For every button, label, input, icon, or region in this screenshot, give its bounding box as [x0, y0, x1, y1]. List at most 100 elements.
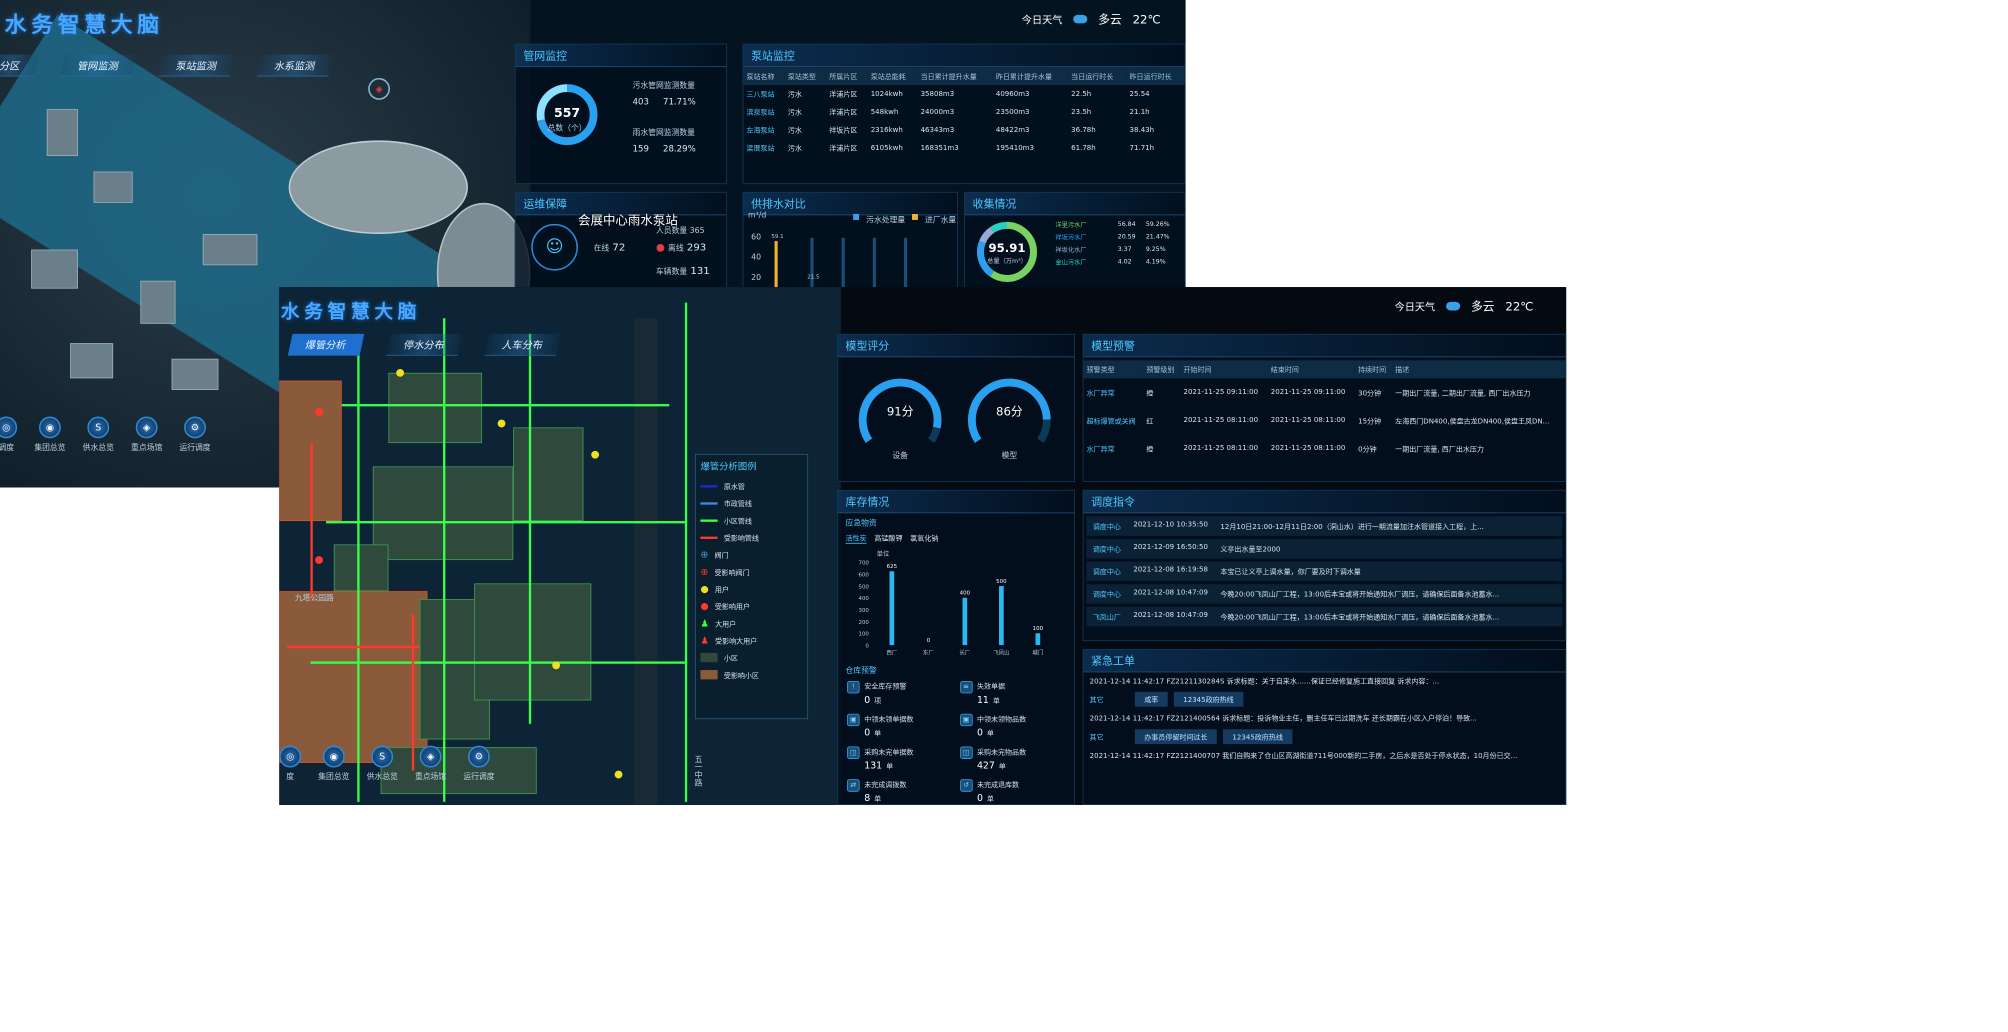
tab-sodium[interactable]: 氯氧化钠 — [910, 533, 938, 544]
col-header: 持续时间 — [1354, 360, 1393, 379]
panel-title: 泵站监控 — [743, 44, 1185, 68]
warning-table: 预警类型 预警级别 开始时间 结束时间 持续时间 描述 水厂异常橙 2021-11… — [1083, 360, 1566, 462]
user-icon[interactable] — [591, 450, 600, 459]
weather: 今日天气 多云 22℃ — [1395, 298, 1534, 314]
collection-panel: 收集情况 95.91 总量（万m³） 洋里污水厂 56.84 59.26% 祥坂污水… — [964, 191, 1186, 294]
bar-label: 59.1 — [771, 233, 784, 240]
nav-dispatch[interactable]: ◎ 度 — [279, 745, 302, 782]
tab-people-car-distribution[interactable]: 人车分布 — [484, 333, 561, 356]
stat-purchase-items: ◫ 采购未完物品数 427 单 — [959, 746, 1066, 771]
affected-user-icon[interactable] — [315, 556, 323, 564]
list-item[interactable]: 2021-12-14 11:42:17 FZ2121130284S 诉求标题：关… — [1083, 672, 1565, 688]
cell: 左海泵站 — [746, 127, 775, 135]
model-score-panel: 模型评分 91分 设备 86分 模型 — [836, 333, 1075, 483]
tab-pump-monitor[interactable]: 泵站监测 — [158, 54, 235, 77]
cell: 洋浦片区 — [829, 91, 858, 100]
user-icon[interactable] — [497, 419, 506, 428]
nav-supply-overview[interactable]: S 供水总览 — [366, 745, 398, 782]
tag-pill[interactable]: 12345政府热线 — [1223, 729, 1293, 745]
list-item[interactable]: 调度中心 2021-12-09 16:50:50 义亭出水量至2000 — [1086, 538, 1563, 559]
legend-name: 祥坂化水厂 — [1055, 246, 1087, 254]
affected-pipe — [310, 443, 313, 600]
pipe-total-label: 总数（个） — [547, 124, 587, 133]
cell: 一期出厂流量, 西厂出水压力 — [1395, 445, 1484, 454]
pipe-total: 557 — [554, 105, 581, 121]
col-header: 描述 — [1392, 360, 1566, 379]
map-street-label: 九塔公园路 — [294, 594, 334, 603]
compass-icon[interactable]: ◈ — [368, 78, 390, 100]
cell: 污水 — [787, 91, 802, 100]
table-row[interactable]: 超标爆管或关阀 红 2021-11-25 08:11:00 2021-11-25 08… — [1083, 406, 1565, 434]
user-icon[interactable] — [396, 368, 405, 377]
building — [70, 343, 114, 379]
tab-activated-carbon[interactable]: 活性炭 — [845, 533, 867, 544]
nav-key-venues[interactable]: ◈ 重点场馆 — [131, 416, 162, 452]
list-item[interactable]: 调度中心 2021-12-08 16:19:58 本宝已让义亭上调水量，你厂要及时下… — [1086, 561, 1563, 582]
car-stat: 车辆数量 131 — [656, 264, 710, 277]
table-row[interactable]: 左海泵站 污水 祥坂片区 2316kwh 46343m3 48422m3 36.78h 38.… — [743, 121, 1184, 139]
legend-label: 原水管 — [723, 483, 745, 492]
building — [31, 249, 79, 289]
pipe-stat-row: 污水管网监测数量 403 71.71% — [633, 79, 696, 107]
user-icon[interactable] — [552, 661, 561, 670]
list-item[interactable]: 飞凤山厂 2021-12-08 10:47:09 今晚20:00飞凤山厂工程，13:… — [1086, 606, 1563, 627]
cell: 21.1h — [1129, 108, 1150, 116]
chart-unit: m³/d — [748, 211, 767, 220]
tab-permanganate[interactable]: 高锰酸钾 — [874, 533, 902, 544]
x-tick-label: 东厂 — [923, 648, 934, 656]
nav-label: 供水总览 — [366, 772, 398, 782]
nav-group-overview[interactable]: ◉ 集团总览 — [34, 416, 66, 453]
table-row[interactable]: 水厂异常 橙 2021-11-25 08:11:00 2021-11-25 08:11… — [1083, 434, 1565, 462]
cmd-source: 调度中心 — [1092, 546, 1121, 554]
cell: 超标爆管或关阀 — [1086, 417, 1136, 426]
table-row[interactable]: 滨泉泵站 污水 洋浦片区 548kwh 24000m3 23500m3 23.5h 21.1h — [743, 103, 1184, 121]
weather-temp: 22℃ — [1132, 12, 1161, 27]
urgent-orders-panel: 紧急工单 2021-12-14 11:42:17 FZ2121130284S 诉… — [1082, 648, 1567, 805]
tab-district[interactable]: 分区 — [0, 54, 39, 77]
offline-count: 293 — [686, 241, 707, 254]
cell: 水厂异常 — [1086, 389, 1115, 398]
user-icon[interactable] — [614, 770, 623, 779]
legend-label: 大用户 — [715, 620, 737, 629]
stat-value: 0 — [976, 726, 983, 738]
list-item[interactable]: 2021-12-14 11:42:17 FZ2121400707 我们自购来了仓… — [1083, 747, 1565, 763]
cell: 23.5h — [1071, 108, 1092, 116]
bar — [872, 237, 876, 295]
list-item[interactable]: 调度中心 2021-12-10 10:35:50 12月10日21:00-12月11… — [1086, 516, 1563, 536]
nav-key-venues[interactable]: ◈ 重点场馆 — [415, 745, 446, 782]
table-row[interactable]: 三八泵站 污水 洋浦片区 1024kwh 35808m3 40960m3 22.5h 25.5… — [743, 85, 1184, 103]
collection-total-label: 总量（万m³） — [987, 257, 1027, 265]
district — [474, 583, 592, 701]
nav-dispatch[interactable]: ◎ 调度 — [0, 416, 18, 452]
cell: 三八泵站 — [746, 91, 775, 100]
cell: 左海西门DN400,侯盘古龙DN400,侯盘王凤DN... — [1395, 417, 1550, 426]
tag-pill[interactable]: 办事员停留时间过长 — [1134, 729, 1217, 745]
nav-supply-overview[interactable]: S 供水总览 — [83, 416, 114, 452]
legend-pct: 4.19% — [1145, 258, 1166, 266]
tag-pill[interactable]: 咸率 — [1134, 691, 1168, 707]
bar — [999, 586, 1004, 646]
table-row[interactable]: 梁厝泵站 污水 洋浦片区 6105kwh 168351m3 195410m3 61.78h 7… — [743, 139, 1184, 157]
nav-group-overview[interactable]: ◉ 集团总览 — [318, 745, 349, 782]
table-row[interactable]: 水厂异常 橙 2021-11-25 09:11:00 2021-11-25 09:11… — [1083, 378, 1565, 406]
tab-burst-analysis[interactable]: 爆管分析 — [287, 333, 365, 356]
cmd-text: 本宝已让义亭上调水量，你厂要及时下调水量 — [1220, 568, 1361, 577]
list-item[interactable]: 2021-12-14 11:42:17 FZ2121400564 诉求标题：投诉… — [1083, 710, 1565, 726]
tab-pipe-monitor[interactable]: 管网监测 — [60, 54, 137, 77]
stat-unit: 单 — [986, 730, 994, 738]
y-tick-label: 500 — [858, 584, 869, 590]
tag-pill[interactable]: 12345政府热线 — [1173, 691, 1244, 707]
nav-operation-dispatch[interactable]: ⚙ 运行调度 — [179, 416, 211, 452]
box-icon: ▣ — [847, 713, 860, 727]
list-item[interactable]: 调度中心 2021-12-08 10:47:09 今晚20:00飞凤山厂工程，13:… — [1086, 584, 1563, 604]
tab-water-monitor[interactable]: 水系监测 — [256, 54, 334, 77]
legend-title: 爆管分析图例 — [700, 460, 757, 472]
affected-user-icon[interactable] — [315, 407, 323, 416]
nav-label: 集团总览 — [34, 443, 66, 453]
legend-item: 受影响小区 — [700, 666, 802, 683]
affected-valve-icon: ⊕ — [700, 566, 709, 578]
order-type: 其它 — [1089, 696, 1104, 705]
stat-unit: 单 — [986, 795, 994, 804]
nav-operation-dispatch[interactable]: ⚙ 运行调度 — [463, 745, 495, 782]
tab-outage-distribution[interactable]: 停水分布 — [386, 333, 463, 356]
